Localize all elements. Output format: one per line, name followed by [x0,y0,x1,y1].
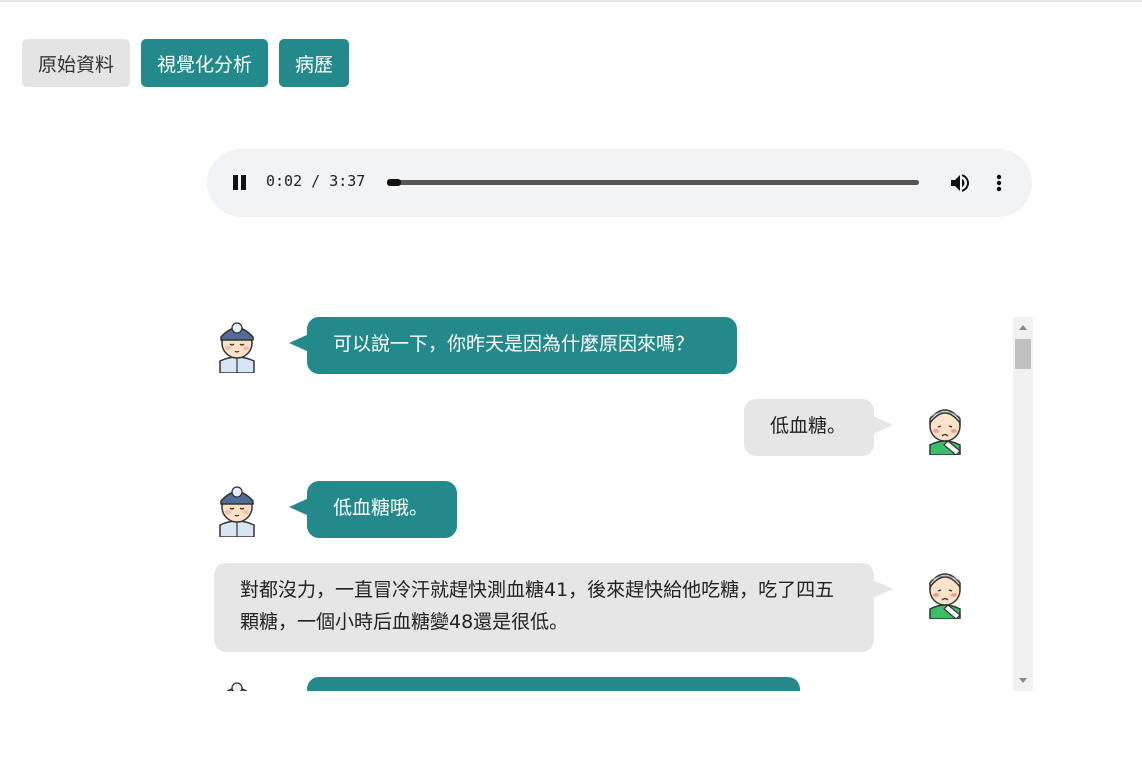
chat-scrollbar[interactable] [1013,317,1033,691]
top-divider [0,0,1142,2]
message-text: 可以說一下，你昨天是因為什麼原因來嗎？ [333,333,695,355]
message-bubble-doctor: 可以說一下，你昨天是因為什麼原因來嗎？ [307,317,737,374]
doctor-avatar [212,481,262,538]
chat-transcript[interactable]: 可以說一下，你昨天是因為什麼原因來嗎？ 低血糖。 低血糖哦。 對都沒力，一直冒冷… [207,317,1033,691]
scroll-up-arrow-icon[interactable] [1019,325,1027,330]
patient-avatar [920,399,970,456]
patient-avatar [920,563,970,620]
message-bubble-patient: 低血糖。 [744,399,874,456]
pause-icon[interactable] [231,173,247,193]
doctor-avatar [212,677,262,691]
tab-raw-data[interactable]: 原始資料 [22,39,131,87]
message-text: 低血糖。 [770,415,847,437]
message-bubble-doctor [307,677,800,691]
message-text: 低血糖哦。 [333,497,429,519]
bubble-tail [873,580,893,598]
tab-bar: 原始資料 視覺化分析 病歷 [22,39,350,87]
time-display: 0:02 / 3:37 [266,172,366,190]
bubble-tail [873,416,893,434]
tab-visual-analysis[interactable]: 視覺化分析 [141,39,269,87]
message-bubble-patient: 對都沒力，一直冒冷汗就趕快測血糖41，後來趕快給他吃糖，吃了四五顆糖，一個小時后… [214,563,874,652]
seek-progress [387,179,401,186]
scroll-thumb[interactable] [1015,339,1031,369]
audio-player: 0:02 / 3:37 [207,149,1032,217]
message-text: 對都沒力，一直冒冷汗就趕快測血糖41，後來趕快給他吃糖，吃了四五顆糖，一個小時后… [240,579,835,633]
volume-icon[interactable] [948,171,972,195]
doctor-avatar [212,317,262,374]
message-bubble-doctor: 低血糖哦。 [307,481,457,538]
tab-medical-record[interactable]: 病歷 [279,39,350,87]
bubble-tail [289,498,309,516]
bubble-tail [289,334,309,352]
seek-bar[interactable] [387,179,919,186]
scroll-down-arrow-icon[interactable] [1019,678,1027,683]
more-options-icon[interactable] [993,171,1005,195]
